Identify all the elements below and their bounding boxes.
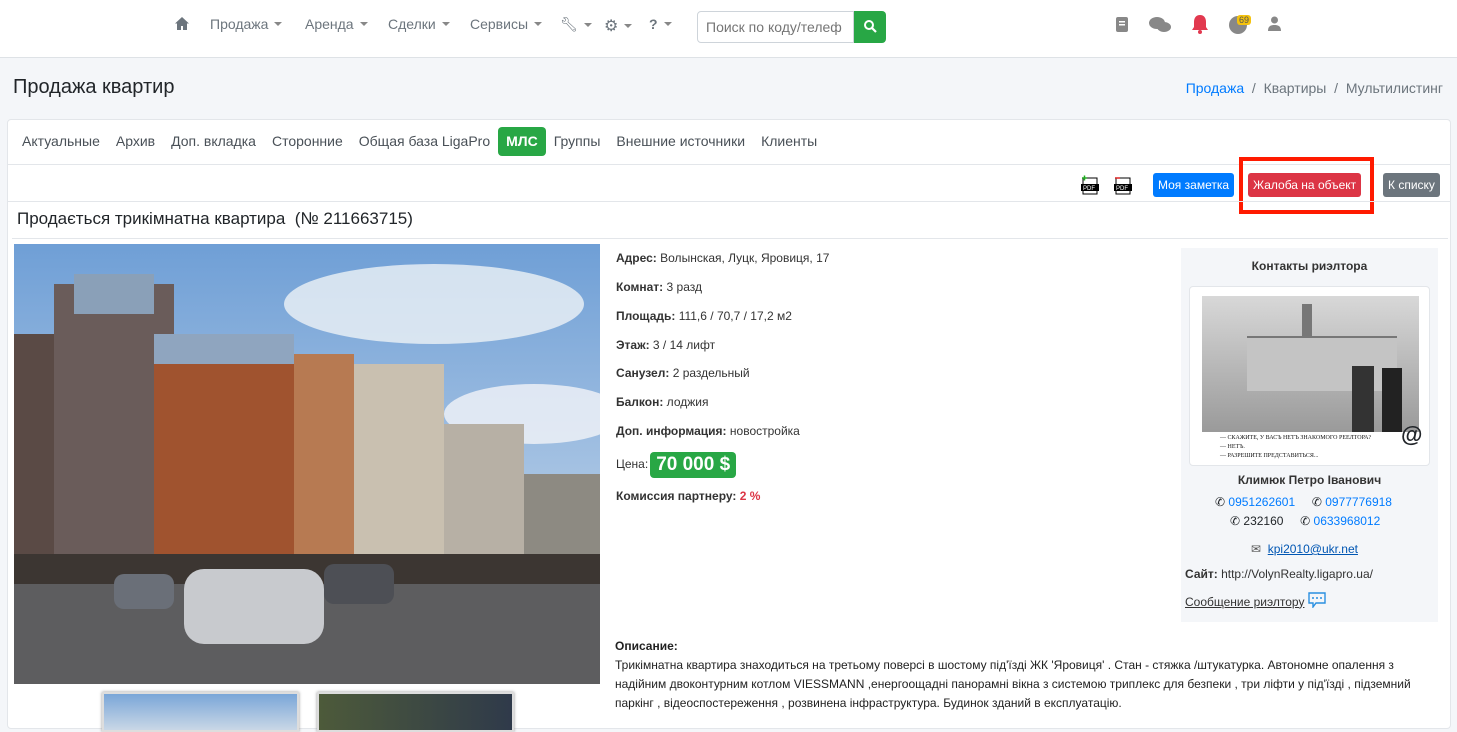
nav-label: Сервисы xyxy=(470,16,529,32)
breadcrumb: Продажа / Квартиры / Мультилистинг xyxy=(1186,80,1443,96)
pdf-add-icon[interactable]: PDF xyxy=(1081,175,1099,198)
envelope-icon: ✉ xyxy=(1251,542,1262,556)
nav-label: Аренда xyxy=(305,16,354,32)
field-floor: Этаж: 3 / 14 лифт xyxy=(616,338,716,352)
breadcrumb-current: Мультилистинг xyxy=(1345,80,1443,96)
nav-sale[interactable]: Продажа xyxy=(210,16,283,32)
tab-current[interactable]: Актуальные xyxy=(14,127,108,156)
search-box xyxy=(697,11,886,43)
realtor-contacts: Контакты риэлтора — СКАЖИТЕ, У ВАСЪ НЕТЪ… xyxy=(1181,248,1438,622)
chat-icon[interactable] xyxy=(1148,16,1172,37)
listing-photo[interactable] xyxy=(14,244,600,684)
field-area: Площадь: 111,6 / 70,7 / 17,2 м2 xyxy=(616,309,792,323)
phone-link[interactable]: 0951262601 xyxy=(1228,495,1295,509)
field-bathroom: Санузел: 2 раздельный xyxy=(616,366,750,380)
email-link[interactable]: kpi2010@ukr.net xyxy=(1268,542,1358,556)
help-menu[interactable]: ? xyxy=(649,16,672,32)
search-input[interactable] xyxy=(697,11,854,43)
field-rooms: Комнат: 3 разд xyxy=(616,280,702,294)
photo-thumbnail[interactable] xyxy=(317,692,514,732)
bell-icon[interactable] xyxy=(1191,14,1209,37)
tab-external[interactable]: Внешние источники xyxy=(608,127,753,156)
realtor-image: — СКАЖИТЕ, У ВАСЪ НЕТЪ ЗНАКОМОГО РЕЕЛТОР… xyxy=(1189,286,1430,466)
phone-icon: ✆ xyxy=(1215,495,1226,509)
notification-badge: 69 xyxy=(1237,15,1252,25)
site-url: http://VolynRealty.ligapro.ua/ xyxy=(1217,567,1373,581)
wrench-icon: 🔧︎ xyxy=(560,16,578,32)
price-badge: 70 000 $ xyxy=(650,452,737,478)
nav-services[interactable]: Сервисы xyxy=(470,16,543,32)
commission-value: 2 % xyxy=(736,489,761,503)
breadcrumb-sep: / xyxy=(1334,80,1339,96)
caption-line: — СКАЖИТЕ, У ВАСЪ НЕТЪ ЗНАКОМОГО РЕЕЛТОР… xyxy=(1220,435,1372,441)
photo-thumbnail[interactable] xyxy=(102,692,299,732)
svg-text:PDF: PDF xyxy=(1116,186,1128,192)
commission-row: Комиссия партнеру: 2 % xyxy=(616,489,761,503)
breadcrumb-sale[interactable]: Продажа xyxy=(1186,80,1244,96)
site-row: Сайт: http://VolynRealty.ligapro.ua/ xyxy=(1185,567,1373,581)
breadcrumb-apartments: Квартиры xyxy=(1263,80,1327,96)
phone-text: 232160 xyxy=(1243,514,1284,528)
caption-line: — НЕТЪ. xyxy=(1220,444,1245,450)
phone-icon: ✆ xyxy=(1311,495,1322,509)
book-icon[interactable] xyxy=(1116,17,1128,35)
caption-line: — РАЗРЕШИТЕ ПРЕДСТАВИТЬСЯ... xyxy=(1220,453,1319,459)
message-realtor[interactable]: Сообщение риэлтору xyxy=(1185,592,1327,611)
gear-icon: ⚙︎ xyxy=(604,18,619,35)
my-note-button[interactable]: Моя заметка xyxy=(1153,173,1235,197)
breadcrumb-sep: / xyxy=(1251,80,1256,96)
at-logo-icon: @ xyxy=(1401,422,1423,447)
question-icon: ? xyxy=(649,16,658,32)
description-label: Описание: xyxy=(615,639,678,653)
chat-bubble-icon xyxy=(1308,592,1327,611)
phone-link[interactable]: 0633968012 xyxy=(1314,514,1381,528)
description: Описание: Трикімнатна квартира знаходить… xyxy=(615,637,1435,713)
user-icon[interactable] xyxy=(1268,16,1281,34)
contacts-heading: Контакты риэлтора xyxy=(1251,259,1368,273)
tab-archive[interactable]: Архив xyxy=(108,127,163,156)
back-to-list-button[interactable]: К списку xyxy=(1383,173,1440,197)
home-icon[interactable] xyxy=(174,16,190,34)
tab-mls[interactable]: МЛС xyxy=(498,127,546,156)
svg-text:PDF: PDF xyxy=(1083,186,1095,192)
tab-third-party[interactable]: Сторонние xyxy=(264,127,351,156)
field-extra-info: Доп. информация: новостройка xyxy=(616,424,800,438)
tab-clients[interactable]: Клиенты xyxy=(753,127,825,156)
nav-label: Сделки xyxy=(388,16,436,32)
message-link[interactable]: Сообщение риэлтору xyxy=(1185,595,1304,609)
tab-groups[interactable]: Группы xyxy=(546,127,609,156)
tab-ligapro-base[interactable]: Общая база LigaPro xyxy=(351,127,498,156)
nav-deals[interactable]: Сделки xyxy=(388,16,450,32)
listing-title: Продається трикімнатна квартира (№ 21166… xyxy=(17,209,413,228)
search-button[interactable] xyxy=(854,11,886,43)
complaint-button[interactable]: Жалоба на объект xyxy=(1248,173,1362,197)
phone-row: ✆ 232160 ✆ 0633968012 xyxy=(1230,514,1380,528)
field-address: Адрес: Волынская, Луцк, Яровиця, 17 xyxy=(616,251,830,265)
field-balcony: Балкон: лоджия xyxy=(616,395,709,409)
top-navbar: Продажа Аренда Сделки Сервисы 🔧︎ ⚙︎ ? 69 xyxy=(0,0,1457,58)
realtor-name: Климюк Петро Іванович xyxy=(1237,473,1382,487)
nav-label: Продажа xyxy=(210,16,269,32)
settings-menu[interactable]: ⚙︎ xyxy=(604,16,633,36)
phone-icon: ✆ xyxy=(1300,514,1311,528)
price-label: Цена: xyxy=(616,457,649,472)
price-row: Цена: 70 000 $ xyxy=(616,452,737,478)
tab-extra[interactable]: Доп. вкладка xyxy=(163,127,264,156)
phone-link[interactable]: 0977776918 xyxy=(1325,495,1392,509)
tabs: Актуальные Архив Доп. вкладка Сторонние … xyxy=(14,127,825,156)
nav-rent[interactable]: Аренда xyxy=(305,16,368,32)
description-text: Трикімнатна квартира знаходиться на трет… xyxy=(615,658,1411,710)
phone-row: ✆ 0951262601 ✆ 0977776918 xyxy=(1215,495,1392,509)
page-title: Продажа квартир xyxy=(13,76,175,98)
phone-icon: ✆ xyxy=(1230,514,1241,528)
email-row: ✉ kpi2010@ukr.net xyxy=(1251,542,1358,556)
wrench-menu[interactable]: 🔧︎ xyxy=(560,16,592,33)
pdf-remove-icon[interactable]: PDF xyxy=(1114,175,1132,198)
